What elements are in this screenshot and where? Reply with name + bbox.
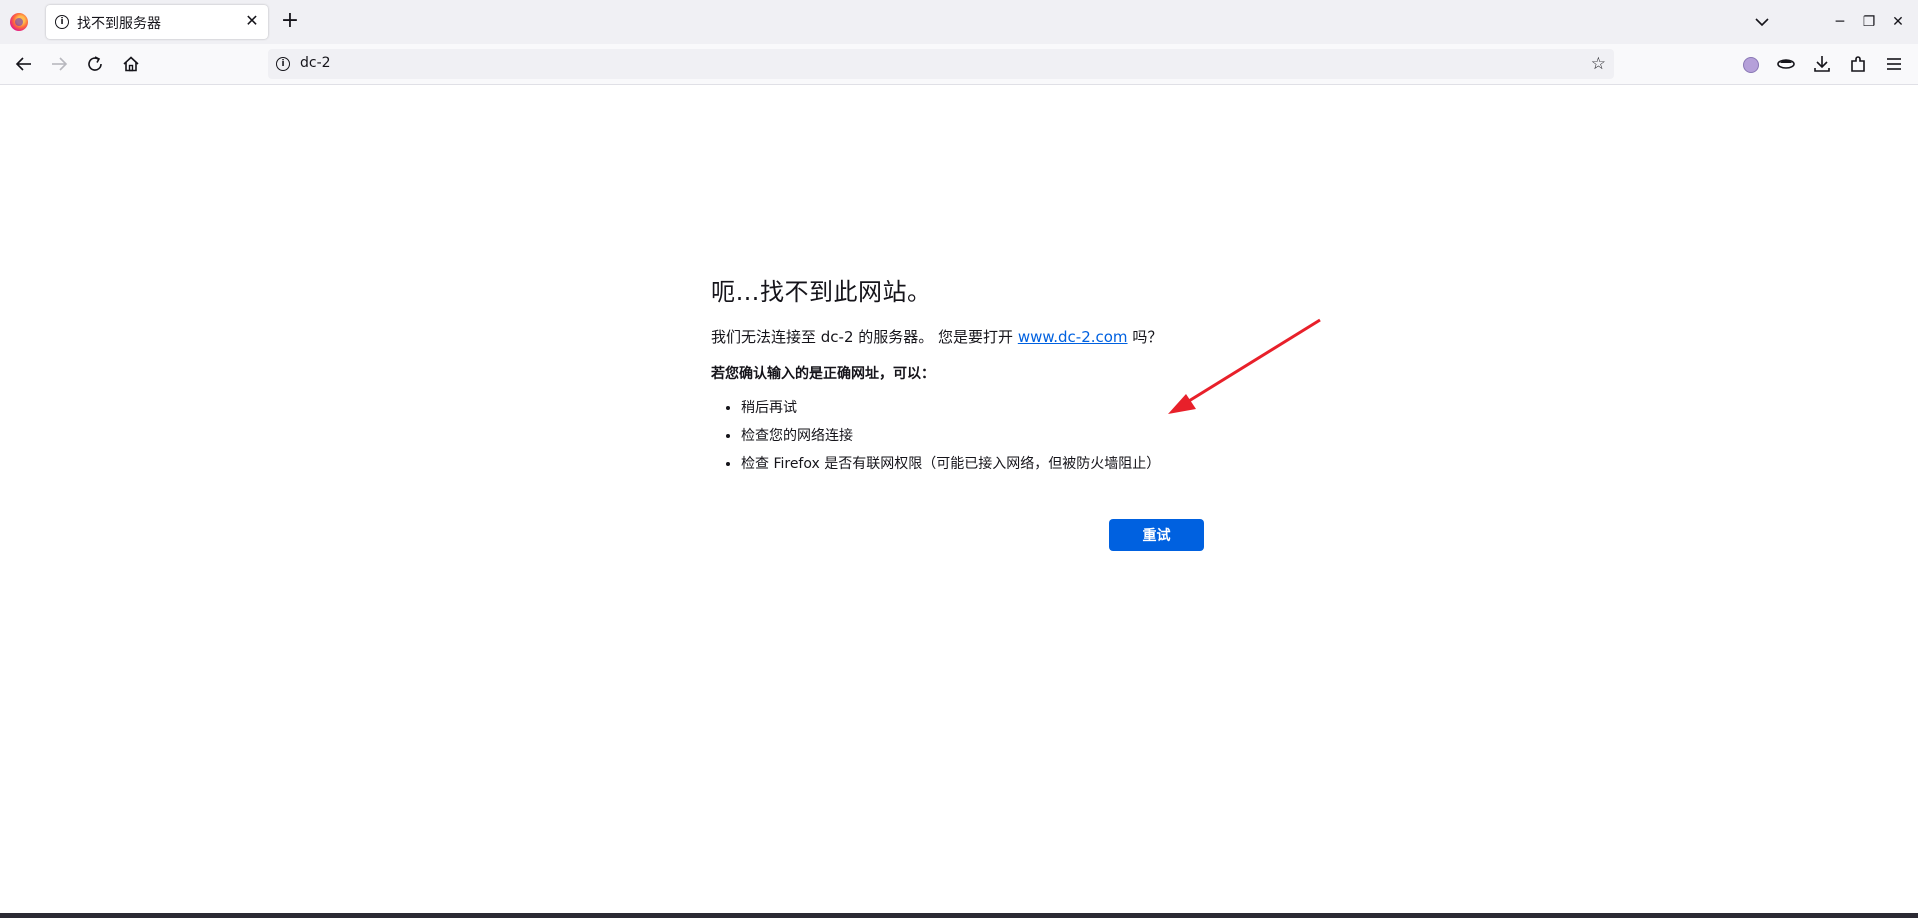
forward-arrow-icon[interactable]	[47, 52, 71, 76]
home-icon[interactable]	[119, 52, 143, 76]
tab-title: 找不到服务器	[77, 16, 161, 32]
info-icon: i	[55, 15, 69, 29]
reload-icon[interactable]	[83, 52, 107, 76]
download-icon[interactable]	[1810, 52, 1834, 76]
url-bar[interactable]: i dc-2 ☆	[268, 49, 1614, 79]
annotation-arrow-icon	[1168, 318, 1321, 414]
restore-icon[interactable]: ❐	[1857, 10, 1881, 34]
site-info-icon[interactable]: i	[276, 57, 290, 71]
error-container: 呃…找不到此网站。 我们无法连接至 dc-2 的服务器。 您是要打开 www.d…	[711, 276, 1211, 478]
nav-bar: i dc-2 ☆	[0, 44, 1918, 85]
list-item: 稍后再试	[741, 394, 1211, 422]
chevron-down-icon[interactable]	[1752, 12, 1772, 32]
menu-icon[interactable]	[1882, 52, 1906, 76]
advice-list: 稍后再试 检查您的网络连接 检查 Firefox 是否有联网权限（可能已接入网络…	[711, 394, 1211, 478]
back-arrow-icon[interactable]	[12, 52, 36, 76]
error-desc-prefix: 我们无法连接至 dc-2 的服务器。 您是要打开	[711, 328, 1018, 346]
error-title: 呃…找不到此网站。	[711, 278, 932, 306]
close-tab-icon[interactable]: ✕	[242, 11, 262, 31]
close-window-icon[interactable]: ✕	[1886, 10, 1910, 34]
list-item: 检查 Firefox 是否有联网权限（可能已接入网络，但被防火墙阻止）	[741, 450, 1211, 478]
extensions-icon[interactable]	[1846, 52, 1870, 76]
bottom-border	[0, 913, 1918, 918]
new-tab-button[interactable]: +	[279, 10, 301, 32]
url-text[interactable]: dc-2	[300, 55, 331, 71]
profile-icon[interactable]	[1743, 57, 1759, 73]
page-content	[0, 85, 1918, 913]
tab-bar: i 找不到服务器 ✕ + ─ ❐ ✕	[0, 0, 1918, 44]
error-desc-suffix: 吗？	[1127, 328, 1163, 346]
active-tab[interactable]: i 找不到服务器 ✕	[46, 5, 268, 39]
retry-button[interactable]: 重试	[1109, 519, 1204, 551]
suggested-site-link[interactable]: www.dc-2.com	[1018, 328, 1128, 346]
sync-icon[interactable]	[1774, 52, 1798, 76]
bookmark-star-icon[interactable]: ☆	[1591, 54, 1606, 74]
advice-heading: 若您确认输入的是正确网址，可以：	[711, 366, 935, 382]
error-description: 我们无法连接至 dc-2 的服务器。 您是要打开 www.dc-2.com 吗？	[711, 326, 1211, 348]
list-item: 检查您的网络连接	[741, 422, 1211, 450]
firefox-logo-icon[interactable]	[10, 13, 28, 31]
minimize-icon[interactable]: ─	[1828, 10, 1852, 34]
